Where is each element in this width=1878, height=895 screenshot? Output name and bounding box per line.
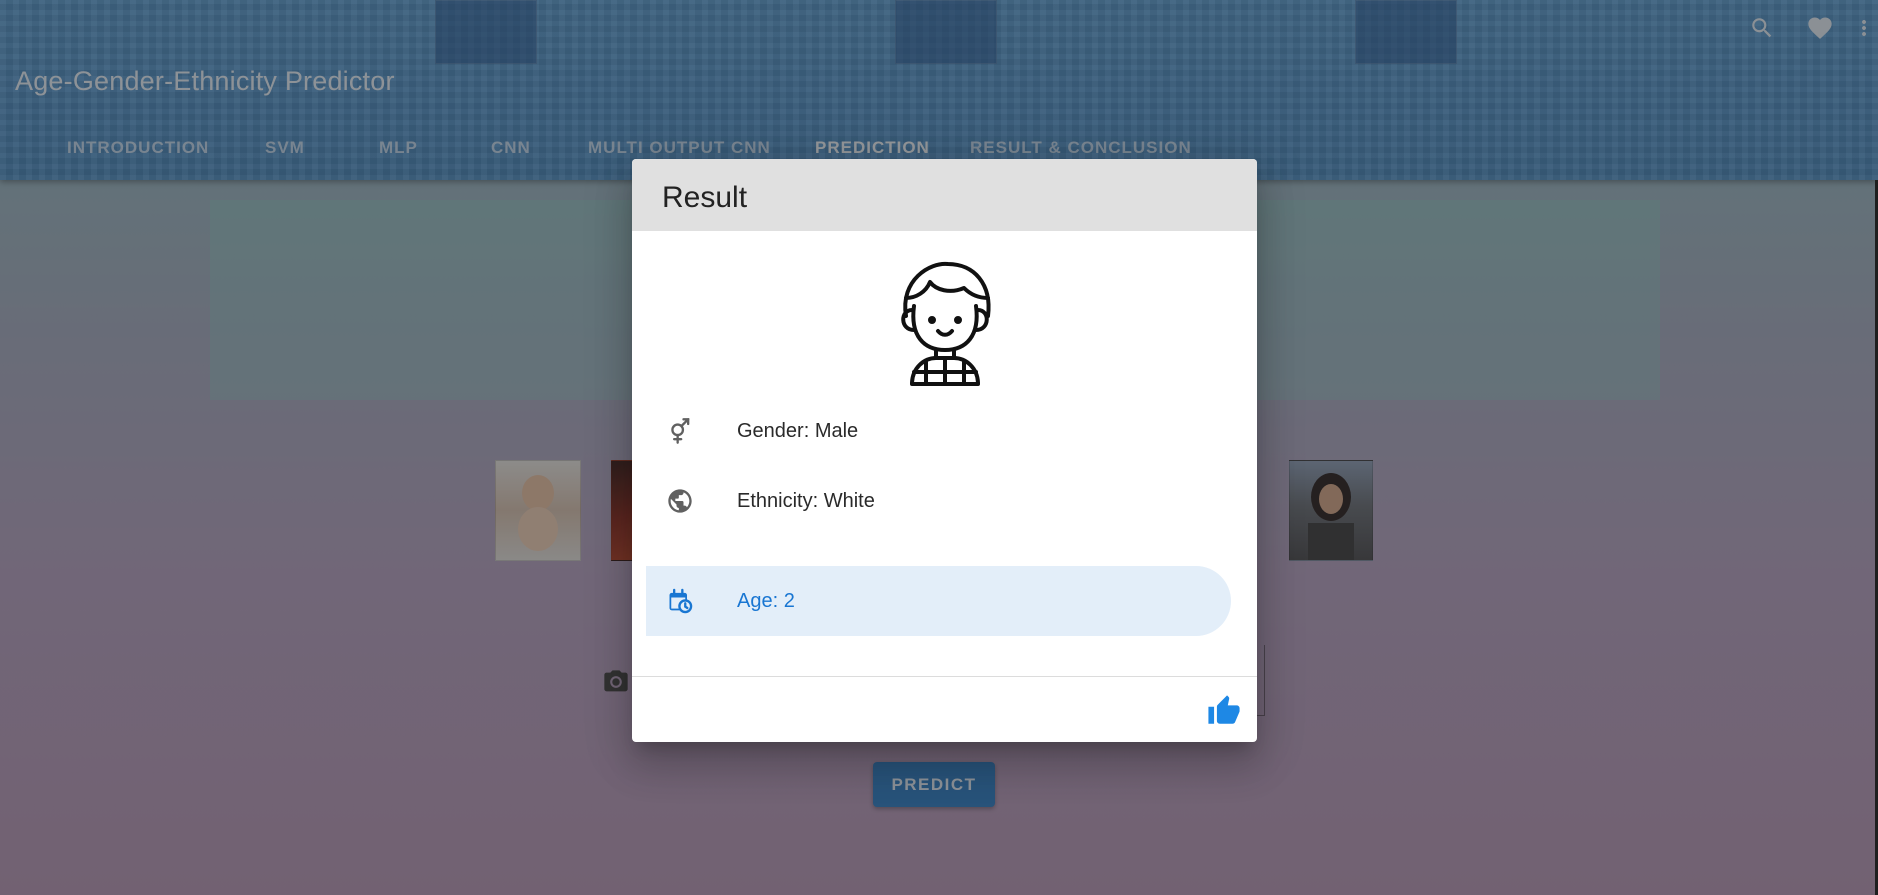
list-item-ethnicity[interactable]: Ethnicity: White bbox=[646, 466, 1231, 536]
result-dialog: Result Gender: Male Ethnicity: White Age… bbox=[632, 159, 1257, 742]
dialog-divider bbox=[632, 676, 1257, 677]
thumb-up-icon[interactable] bbox=[1207, 694, 1241, 728]
dialog-title: Result bbox=[662, 181, 748, 214]
list-item-age[interactable]: Age: 2 bbox=[646, 566, 1231, 636]
calendar-clock-icon bbox=[666, 587, 694, 615]
age-text: Age: 2 bbox=[737, 590, 795, 612]
gender-text: Gender: Male bbox=[737, 420, 859, 442]
globe-icon bbox=[666, 487, 694, 515]
gender-icon bbox=[666, 417, 694, 445]
boy-avatar-icon bbox=[886, 258, 1004, 386]
ethnicity-text: Ethnicity: White bbox=[737, 490, 875, 512]
list-item-gender[interactable]: Gender: Male bbox=[646, 396, 1231, 466]
